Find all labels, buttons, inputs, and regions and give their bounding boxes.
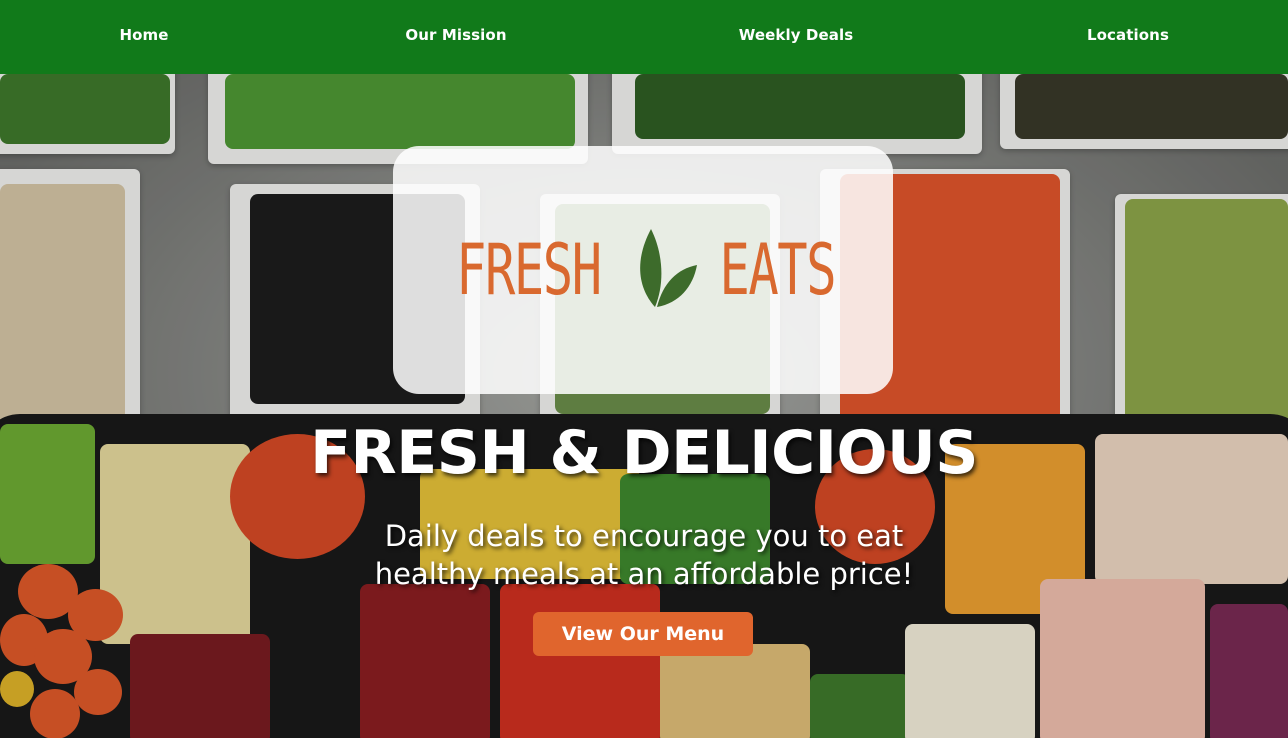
hero-subheadline-line-1: Daily deals to encourage you to eat bbox=[384, 519, 904, 553]
nav-locations-link[interactable]: Locations bbox=[1087, 26, 1169, 44]
logo-card: FRESH EATS bbox=[393, 146, 893, 394]
leaf-icon bbox=[627, 225, 699, 315]
top-nav: Home Our Mission Weekly Deals Locations bbox=[0, 0, 1288, 74]
logo-word-eats: EATS bbox=[719, 229, 837, 311]
nav-mission-link[interactable]: Our Mission bbox=[405, 26, 506, 44]
logo-word-fresh: FRESH bbox=[456, 229, 602, 311]
fresh-eats-logo: FRESH EATS bbox=[428, 225, 857, 315]
hero-headline: FRESH & DELICIOUS bbox=[310, 418, 978, 488]
nav-home-link[interactable]: Home bbox=[119, 26, 168, 44]
hero-subheadline-line-2: healthy meals at an affordable price! bbox=[374, 557, 914, 591]
nav-weekly-deals-link[interactable]: Weekly Deals bbox=[739, 26, 854, 44]
view-menu-button[interactable]: View Our Menu bbox=[533, 612, 753, 656]
hero-subheadline: Daily deals to encourage you to eat heal… bbox=[0, 517, 1288, 593]
